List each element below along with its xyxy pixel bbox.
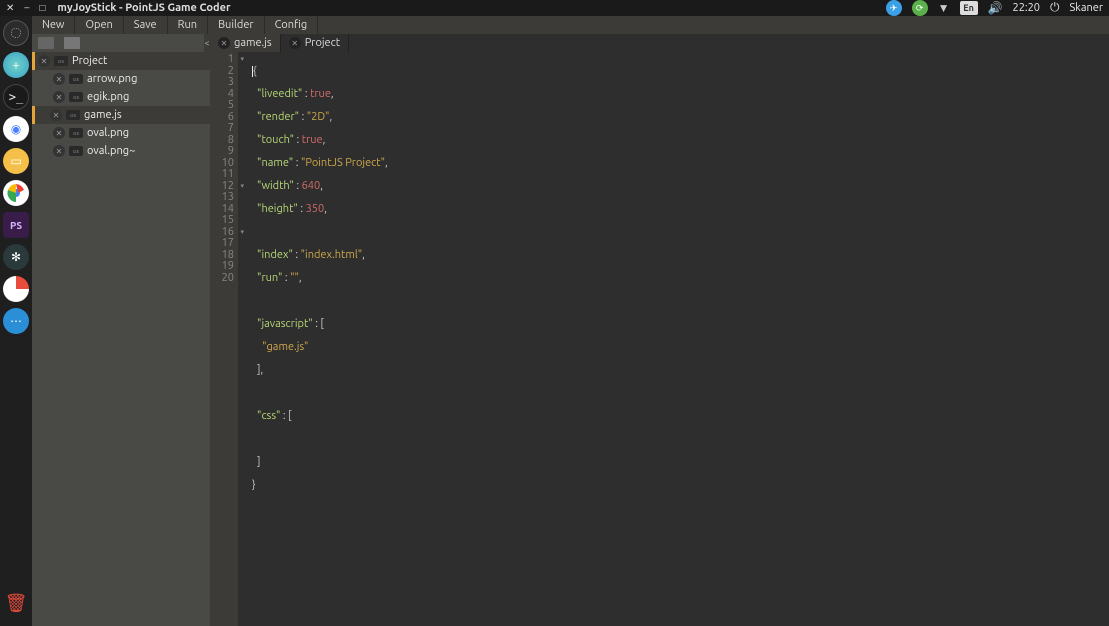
- file-icon: os: [69, 74, 83, 84]
- close-icon[interactable]: ✕: [38, 55, 50, 67]
- close-icon[interactable]: ✕: [53, 127, 65, 139]
- close-icon[interactable]: ✕: [53, 73, 65, 85]
- launcher-dock: ◌ + >_ ◉ ▭ PS ✻ ⋯ 🗑: [0, 16, 32, 626]
- tree-item[interactable]: ✕ os oval.png: [32, 124, 210, 142]
- code-area[interactable]: { "liveedit" : true, "render" : "2D", "t…: [238, 52, 1109, 626]
- app-icon-1[interactable]: +: [3, 52, 29, 78]
- file-tree: ✕ os Project ✕ os arrow.png ✕ os egik.pn…: [32, 52, 210, 626]
- file-icon: os: [69, 146, 83, 156]
- tree-item[interactable]: ✕ os arrow.png: [32, 70, 210, 88]
- folder-icon[interactable]: [38, 37, 54, 49]
- menu-bar: New Open Save Run Builder Config: [32, 16, 1109, 34]
- editor-tab-active[interactable]: ✕ Project: [281, 34, 349, 52]
- line-gutter: 1 2 3 4 5 6 7 8 9 10 11 12 13 14 15 16 1…: [210, 52, 238, 626]
- menu-new[interactable]: New: [32, 16, 75, 34]
- power-icon[interactable]: ⏻: [1050, 1, 1060, 15]
- menu-open[interactable]: Open: [75, 16, 123, 34]
- file-icon: os: [69, 92, 83, 102]
- dash-icon[interactable]: ◌: [3, 20, 29, 46]
- terminal-icon[interactable]: >_: [3, 84, 29, 110]
- close-icon[interactable]: ✕: [289, 37, 301, 49]
- window-maximize-icon[interactable]: □: [39, 3, 45, 13]
- tree-item-label: oval.png: [87, 127, 129, 139]
- tree-item-label: oval.png~: [87, 145, 135, 157]
- menu-config[interactable]: Config: [265, 16, 319, 34]
- editor-tab-bar: ✕ game.js ✕ Project: [210, 34, 1109, 52]
- system-panel: ✕ – □ myJoyStick - PointJS Game Coder ✈ …: [0, 0, 1109, 16]
- window-close-icon[interactable]: ✕: [6, 3, 14, 13]
- trash-icon[interactable]: 🗑: [3, 590, 29, 616]
- close-icon[interactable]: ✕: [50, 109, 62, 121]
- window-title: myJoyStick - PointJS Game Coder: [57, 2, 230, 14]
- phpstorm-icon[interactable]: PS: [3, 212, 29, 238]
- volume-icon[interactable]: 🔊: [988, 1, 1003, 15]
- tree-root-label: Project: [72, 55, 107, 67]
- folder-open-icon[interactable]: [64, 37, 80, 49]
- close-icon[interactable]: ✕: [53, 91, 65, 103]
- sync-tray-icon[interactable]: ⟳: [912, 0, 928, 16]
- telegram-tray-icon[interactable]: ✈: [886, 0, 902, 16]
- tree-item-label: arrow.png: [87, 73, 137, 85]
- tree-item-active[interactable]: ✕ os game.js: [32, 106, 210, 124]
- more-apps-icon[interactable]: ⋯: [3, 308, 29, 334]
- files-icon[interactable]: ▭: [3, 148, 29, 174]
- menu-run[interactable]: Run: [168, 16, 208, 34]
- tab-label: game.js: [234, 37, 272, 49]
- tab-label: Project: [305, 37, 340, 49]
- wifi-icon[interactable]: ▼: [938, 1, 950, 15]
- menu-save[interactable]: Save: [124, 16, 168, 34]
- tree-item[interactable]: ✕ os oval.png~: [32, 142, 210, 160]
- close-icon[interactable]: ✕: [53, 145, 65, 157]
- editor-tab[interactable]: ✕ game.js: [210, 34, 281, 52]
- file-icon: os: [66, 110, 80, 120]
- project-icon: os: [54, 56, 68, 66]
- tree-item[interactable]: ✕ os egik.png: [32, 88, 210, 106]
- clock[interactable]: 22:20: [1012, 2, 1040, 14]
- window-minimize-icon[interactable]: –: [24, 3, 29, 13]
- user-menu[interactable]: Skaner: [1070, 2, 1103, 14]
- code-editor[interactable]: 1 2 3 4 5 6 7 8 9 10 11 12 13 14 15 16 1…: [210, 52, 1109, 626]
- chrome-icon[interactable]: [3, 180, 29, 206]
- camera-icon[interactable]: ◉: [3, 116, 29, 142]
- disk-usage-icon[interactable]: [3, 276, 29, 302]
- file-icon: os: [69, 128, 83, 138]
- keyboard-layout-indicator[interactable]: En: [960, 1, 978, 15]
- tree-item-label: egik.png: [87, 91, 129, 103]
- atom-icon[interactable]: ✻: [3, 244, 29, 270]
- tree-item-label: game.js: [84, 109, 122, 121]
- tree-root[interactable]: ✕ os Project: [32, 52, 210, 70]
- close-icon[interactable]: ✕: [218, 37, 230, 49]
- menu-builder[interactable]: Builder: [208, 16, 265, 34]
